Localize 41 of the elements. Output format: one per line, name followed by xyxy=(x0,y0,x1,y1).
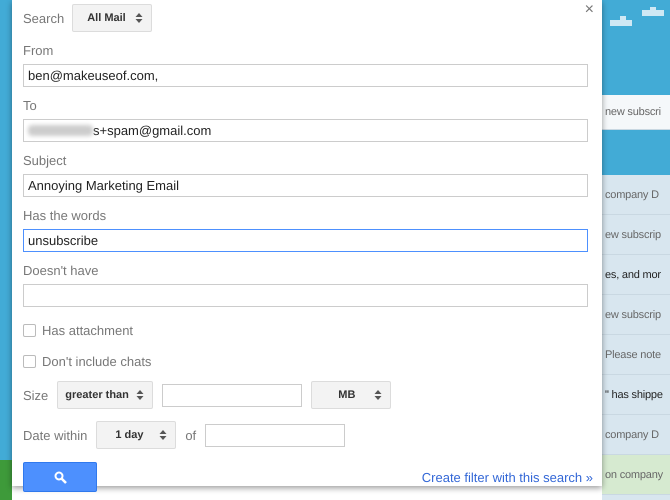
checkbox-label: Don't include chats xyxy=(42,354,152,369)
sort-arrows-icon xyxy=(159,429,168,441)
sort-arrows-icon xyxy=(135,12,144,24)
date-field[interactable] xyxy=(205,424,346,446)
email-row-snippet[interactable]: on company xyxy=(602,455,670,495)
email-row-snippet[interactable]: ew subscrip xyxy=(602,295,670,335)
text-field[interactable]: Annoying Marketing Email xyxy=(23,174,588,197)
size-label: Size xyxy=(23,388,48,402)
search-button[interactable] xyxy=(23,462,97,492)
create-filter-link[interactable]: Create filter with this search » xyxy=(422,470,593,484)
email-row-snippet[interactable]: ew subscrip xyxy=(602,215,670,255)
sort-arrows-icon xyxy=(136,389,144,401)
email-row-snippet[interactable]: new subscri xyxy=(602,95,670,130)
size-comparison-select[interactable]: greater than xyxy=(57,381,154,409)
field-label: Subject xyxy=(23,153,68,168)
text-field[interactable] xyxy=(23,284,588,307)
size-unit-select[interactable]: MB xyxy=(311,381,392,409)
checkbox[interactable] xyxy=(23,324,36,337)
email-row-snippet[interactable]: es, and mor xyxy=(602,255,670,295)
email-row-snippet[interactable]: company D xyxy=(602,175,670,215)
search-icon xyxy=(54,470,66,484)
date-range-select[interactable]: 1 day xyxy=(96,421,176,449)
text-field[interactable]: ben@makeuseof.com, xyxy=(23,64,588,87)
field-label: Doesn't have xyxy=(23,263,100,278)
text-field[interactable]: unsubscribe xyxy=(23,229,588,252)
close-button[interactable]: × xyxy=(584,1,594,19)
email-row-snippet[interactable]: Please note xyxy=(602,335,670,375)
checkbox-label: Has attachment xyxy=(42,323,134,338)
size-field[interactable] xyxy=(162,384,302,406)
search-label: Search xyxy=(23,10,64,26)
email-row-snippet[interactable]: " has shippe xyxy=(602,375,670,415)
mailbox-select[interactable]: All Mail xyxy=(72,4,152,32)
text-field[interactable]: s+spam@gmail.com xyxy=(23,119,588,142)
date-within-label: Date within xyxy=(23,428,88,442)
field-label: From xyxy=(23,43,54,58)
field-label: To xyxy=(23,98,38,113)
section-header-band xyxy=(602,130,670,175)
field-label: Has the words xyxy=(23,208,108,223)
of-label: of xyxy=(185,428,196,442)
checkbox[interactable] xyxy=(23,355,36,368)
sort-arrows-icon xyxy=(374,389,382,401)
